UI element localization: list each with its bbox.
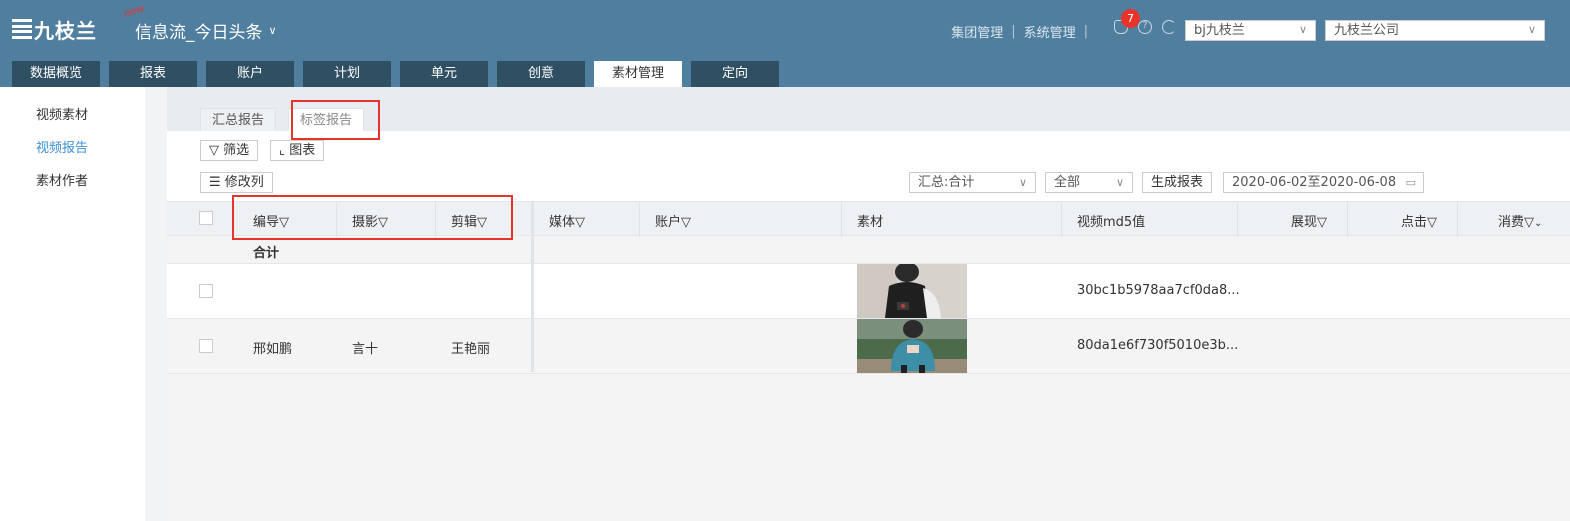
product-switcher[interactable]: 信息流_今日头条 ∨ — [135, 18, 277, 43]
column-label: 媒体 — [549, 215, 576, 230]
nav-tab-creative[interactable]: 创意 — [497, 61, 585, 87]
divider — [841, 202, 842, 237]
filter-icon[interactable]: ▽ — [681, 215, 691, 230]
divider — [1061, 202, 1062, 237]
logo-text: 九枝兰 — [34, 18, 97, 43]
highlight-box — [291, 100, 380, 140]
nav-tab-material[interactable]: 素材管理 — [594, 61, 682, 87]
main-content: 汇总报告 标签报告 ▽ 筛选 ⌞ 图表 ☰ 修改列 汇总:合计 ∨ 全部 ∨ 生… — [167, 87, 1570, 521]
divider — [1347, 202, 1348, 237]
generate-report-button[interactable]: 生成报表 — [1142, 172, 1213, 193]
column-label: 素材 — [857, 215, 884, 230]
director-cell: 邢如鹏 — [253, 342, 293, 357]
filter-button[interactable]: ▽ 筛选 — [200, 140, 259, 161]
column-cost[interactable]: 消费▽⌄ — [1498, 211, 1542, 230]
column-label: 展现 — [1291, 215, 1318, 230]
sidebar-item-video-material[interactable]: 视频素材 — [0, 99, 145, 132]
logo[interactable]: 九枝兰 — [12, 16, 102, 43]
column-label: 点击 — [1401, 215, 1428, 230]
total-label: 合计 — [253, 246, 280, 261]
row-checkbox[interactable] — [199, 339, 213, 353]
photographer-cell: 言十 — [352, 342, 379, 357]
system-management-link[interactable]: 系统管理 — [1024, 22, 1076, 41]
column-label: 账户 — [655, 215, 682, 230]
column-material[interactable]: 素材 — [857, 211, 883, 230]
sort-down-icon[interactable]: ⌄ — [1534, 218, 1542, 229]
account-select-value: bj九枝兰 — [1194, 23, 1245, 38]
date-range-picker[interactable]: 2020-06-02至2020-06-08 ▭ — [1223, 172, 1424, 193]
nav-tab-targeting[interactable]: 定向 — [691, 61, 779, 87]
company-select-value: 九枝兰公司 — [1334, 23, 1400, 38]
notification-badge: 7 — [1121, 9, 1140, 28]
select-all-checkbox[interactable] — [199, 211, 213, 225]
modify-columns-button[interactable]: ☰ 修改列 — [200, 172, 273, 193]
chart-button[interactable]: ⌞ 图表 — [270, 140, 325, 161]
chevron-down-icon: ∨ — [1298, 23, 1307, 36]
divider — [1457, 202, 1458, 237]
column-label: 视频md5值 — [1077, 215, 1146, 230]
filter-icon[interactable]: ▽ — [1524, 215, 1534, 230]
data-table: 编导▽ 摄影▽ 剪辑▽ 媒体▽ 账户▽ 素材 视频md5值 展现▽ 点击▽ 消费… — [167, 201, 1570, 521]
divider: | — [1011, 24, 1016, 39]
column-media[interactable]: 媒体▽ — [549, 211, 585, 230]
nav-tab-account[interactable]: 账户 — [206, 61, 294, 87]
nav-tab-plan[interactable]: 计划 — [303, 61, 391, 87]
sidebar-item-video-report[interactable]: 视频报告 — [0, 132, 145, 165]
video-thumbnail[interactable] — [857, 319, 967, 373]
scope-select[interactable]: 全部 ∨ — [1045, 172, 1133, 193]
editor-cell: 王艳丽 — [451, 342, 491, 357]
column-account[interactable]: 账户▽ — [655, 211, 691, 230]
chevron-down-icon: ∨ — [268, 24, 277, 37]
total-row: 合计 — [167, 236, 1570, 264]
date-range-value: 2020-06-02至2020-06-08 — [1232, 175, 1397, 190]
filter-icon[interactable]: ▽ — [575, 215, 585, 230]
chevron-down-icon: ∨ — [1018, 176, 1027, 189]
highlight-box — [232, 195, 513, 240]
sidebar: 视频素材 视频报告 素材作者 — [0, 87, 145, 521]
column-label: 消费 — [1498, 215, 1525, 230]
column-impressions[interactable]: 展现▽ — [1291, 211, 1327, 230]
divider: | — [1083, 24, 1088, 39]
group-management-link[interactable]: 集团管理 — [951, 22, 1003, 41]
column-clicks[interactable]: 点击▽ — [1401, 211, 1437, 230]
account-select[interactable]: bj九枝兰 ∨ — [1185, 20, 1316, 41]
product-name: 信息流_今日头条 — [135, 23, 263, 43]
main-nav: 数据概览 报表 账户 计划 单元 创意 素材管理 定向 — [12, 61, 779, 87]
top-links: 集团管理 | 系统管理 | — [951, 22, 1096, 41]
filter-icon[interactable]: ▽ — [1427, 215, 1437, 230]
logo-mark-icon — [12, 19, 32, 39]
list-icon: ☰ — [209, 175, 221, 190]
md5-cell: 30bc1b5978aa7cf0da8... — [1077, 283, 1240, 298]
divider — [639, 202, 640, 237]
tab-summary-report[interactable]: 汇总报告 — [200, 108, 277, 131]
filter-icon[interactable]: ▽ — [1317, 215, 1327, 230]
table-row[interactable]: 30bc1b5978aa7cf0da8... — [167, 262, 1570, 319]
column-md5[interactable]: 视频md5值 — [1077, 211, 1145, 230]
help-icon[interactable]: ? — [1138, 20, 1152, 34]
md5-cell: 80da1e6f730f5010e3b... — [1077, 338, 1239, 353]
nav-tab-report[interactable]: 报表 — [109, 61, 197, 87]
refresh-icon[interactable] — [1162, 20, 1176, 34]
summary-select-value: 汇总:合计 — [918, 175, 975, 190]
calendar-icon: ▭ — [1405, 176, 1416, 189]
chart-label: 图表 — [289, 143, 316, 158]
sidebar-item-material-author[interactable]: 素材作者 — [0, 165, 145, 198]
top-bar: 九枝兰 new 信息流_今日头条 ∨ 集团管理 | 系统管理 | ? 7 bj九… — [0, 0, 1570, 87]
nav-tab-unit[interactable]: 单元 — [400, 61, 488, 87]
divider — [1237, 202, 1238, 237]
scope-select-value: 全部 — [1054, 175, 1081, 190]
chevron-down-icon: ∨ — [1527, 23, 1536, 36]
modify-columns-label: 修改列 — [224, 175, 264, 190]
video-thumbnail[interactable] — [857, 262, 967, 318]
frozen-column-divider[interactable] — [531, 201, 534, 372]
table-row[interactable]: 邢如鹏 言十 王艳丽 80da1e6f730f5010e3b... — [167, 319, 1570, 374]
row-checkbox[interactable] — [199, 284, 213, 298]
filter-icon: ▽ — [209, 143, 219, 158]
company-select[interactable]: 九枝兰公司 ∨ — [1325, 20, 1545, 41]
nav-tab-overview[interactable]: 数据概览 — [12, 61, 100, 87]
chevron-down-icon: ∨ — [1115, 176, 1124, 189]
summary-select[interactable]: 汇总:合计 ∨ — [909, 172, 1036, 193]
line-chart-icon: ⌞ — [279, 143, 286, 158]
filter-label: 筛选 — [223, 143, 250, 158]
